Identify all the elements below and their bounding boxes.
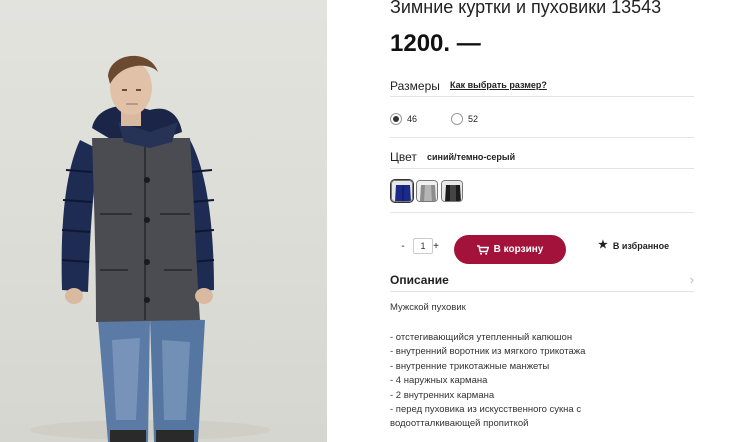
chevron-right-icon: › bbox=[689, 272, 694, 287]
quantity-decrease-button[interactable]: - bbox=[398, 241, 408, 252]
description-item: - 2 внутренних кармана bbox=[390, 389, 495, 401]
radio-unchecked-icon[interactable] bbox=[451, 113, 463, 125]
description-item: - 4 наружных кармана bbox=[390, 375, 488, 387]
color-swatch-grey[interactable] bbox=[416, 180, 438, 202]
jacket-thumbnail-icon bbox=[442, 181, 462, 201]
jacket-thumbnail-icon bbox=[417, 181, 437, 201]
size-option-46[interactable]: 46 bbox=[390, 113, 417, 125]
description-toggle[interactable]: Описание › bbox=[390, 272, 694, 292]
divider bbox=[390, 137, 694, 138]
description-title: Описание bbox=[390, 273, 449, 287]
quantity-increase-button[interactable]: + bbox=[431, 241, 441, 252]
description-item: - внутренний воротник из мягкого трикота… bbox=[390, 346, 586, 358]
product-photo[interactable] bbox=[0, 0, 327, 442]
sizes-label: Размеры bbox=[390, 79, 440, 93]
product-photo-illustration bbox=[30, 55, 270, 442]
jacket-thumbnail-icon bbox=[392, 181, 412, 201]
favorites-label: В избранное bbox=[612, 240, 670, 251]
add-to-favorites-link[interactable]: ★ В избранное bbox=[598, 240, 669, 251]
sizes-header: Размеры Как выбрать размер? bbox=[390, 79, 694, 97]
description-item: - внутренние трикотажные манжеты bbox=[390, 360, 550, 372]
size-option-label: 46 bbox=[407, 114, 418, 124]
star-icon: ★ bbox=[598, 239, 608, 251]
color-label: Цвет bbox=[390, 150, 417, 164]
divider bbox=[390, 212, 694, 213]
quantity-stepper: - 1 + bbox=[398, 238, 441, 254]
size-guide-link[interactable]: Как выбрать размер? bbox=[450, 80, 547, 90]
description-list: - отстегивающийся утепленный капюшон - в… bbox=[390, 331, 690, 432]
product-title: Зимние куртки и пуховики 13543 bbox=[390, 0, 662, 17]
description-item: - отстегивающийся утепленный капюшон bbox=[390, 332, 573, 343]
color-swatch-blue[interactable] bbox=[391, 180, 413, 202]
size-option-52[interactable]: 52 bbox=[451, 113, 478, 125]
product-price: 1200. — bbox=[390, 30, 481, 57]
description-item: водоотталкивающей пропиткой bbox=[390, 418, 529, 430]
color-swatch-black[interactable] bbox=[441, 180, 463, 202]
radio-checked-icon[interactable] bbox=[390, 113, 402, 125]
description-intro: Мужской пуховик bbox=[390, 302, 466, 313]
quantity-input[interactable]: 1 bbox=[413, 238, 433, 254]
cart-icon bbox=[476, 244, 489, 255]
color-value: синий/темно-серый bbox=[427, 152, 516, 162]
color-header: Цвет синий/темно-серый bbox=[390, 150, 694, 169]
size-option-label: 52 bbox=[468, 114, 479, 124]
add-to-cart-button[interactable]: В корзину bbox=[454, 235, 566, 264]
add-to-cart-label: В корзину bbox=[493, 244, 544, 255]
description-item: - перед пуховика из искусственного сукна… bbox=[390, 404, 582, 416]
